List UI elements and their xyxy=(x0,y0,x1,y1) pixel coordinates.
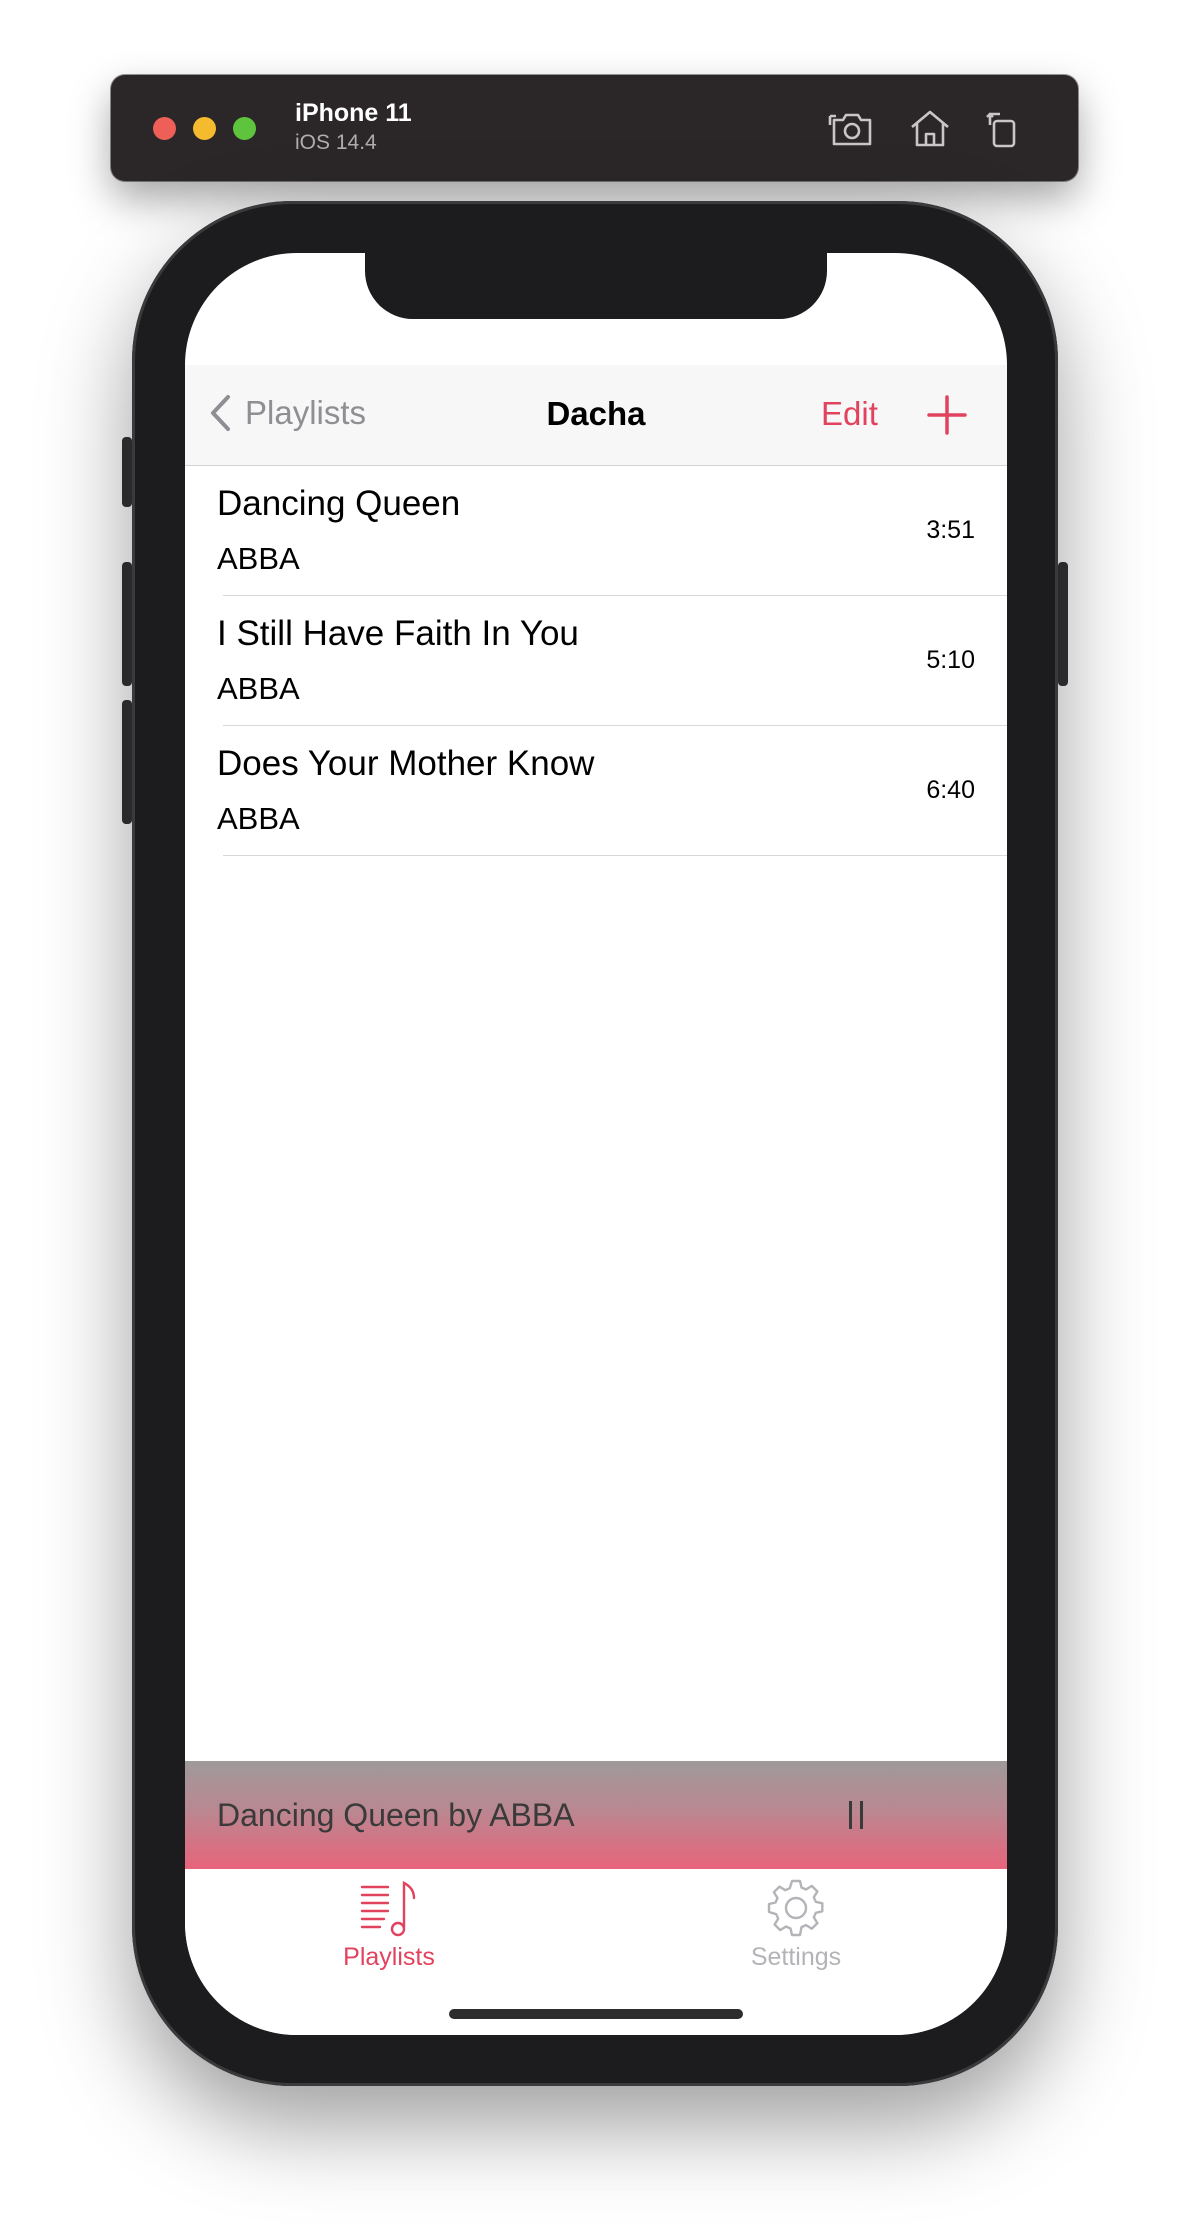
home-icon[interactable] xyxy=(906,105,954,153)
volume-down-button xyxy=(122,700,132,824)
song-duration: 5:10 xyxy=(926,646,975,674)
tab-settings[interactable]: Settings xyxy=(696,1877,896,1972)
pause-icon xyxy=(849,1801,863,1829)
song-duration: 3:51 xyxy=(926,516,975,544)
song-artist: ABBA xyxy=(217,671,300,706)
rotate-icon[interactable] xyxy=(980,105,1028,153)
tab-playlists[interactable]: Playlists xyxy=(289,1877,489,1972)
song-duration: 6:40 xyxy=(926,776,975,804)
gear-icon xyxy=(767,1879,824,1937)
power-button xyxy=(1058,562,1068,686)
device-name: iPhone 11 xyxy=(295,99,412,127)
edit-button[interactable]: Edit xyxy=(821,395,878,433)
playlist-icon xyxy=(360,1881,416,1937)
tab-label: Playlists xyxy=(343,1943,435,1971)
phone-screen: 8:17 Playlists Dacha Edit Dancing Queen … xyxy=(185,253,1007,2035)
song-row[interactable]: Dancing Queen ABBA 3:51 xyxy=(185,466,1007,596)
simulator-title-bar: iPhone 11 iOS 14.4 xyxy=(111,75,1078,181)
zoom-window-button[interactable] xyxy=(233,117,256,140)
song-artist: ABBA xyxy=(217,541,300,576)
notch xyxy=(365,253,827,319)
song-title: Dancing Queen xyxy=(217,484,461,523)
status-time: 8:17 xyxy=(255,285,316,318)
close-window-button[interactable] xyxy=(153,117,176,140)
song-title: Does Your Mother Know xyxy=(217,744,595,783)
page-title: Dacha xyxy=(546,395,646,432)
status-indicators xyxy=(817,289,967,324)
song-artist: ABBA xyxy=(217,801,300,836)
pause-button[interactable] xyxy=(843,1797,871,1833)
song-title: I Still Have Faith In You xyxy=(217,614,579,653)
navigation-bar: Playlists Dacha Edit xyxy=(185,365,1007,466)
tab-label: Settings xyxy=(750,1943,842,1971)
song-row[interactable]: Does Your Mother Know ABBA 6:40 xyxy=(185,726,1007,856)
plus-icon xyxy=(927,395,967,435)
home-indicator[interactable] xyxy=(449,2009,743,2019)
volume-up-button xyxy=(122,562,132,686)
screenshot-icon[interactable] xyxy=(828,105,876,153)
song-list: Dancing Queen ABBA 3:51 I Still Have Fai… xyxy=(185,466,1007,856)
mute-switch xyxy=(122,437,132,507)
minimize-window-button[interactable] xyxy=(193,117,216,140)
now-playing-text: Dancing Queen by ABBA xyxy=(217,1797,575,1833)
os-version: iOS 14.4 xyxy=(295,131,377,154)
song-row[interactable]: I Still Have Faith In You ABBA 5:10 xyxy=(185,596,1007,726)
add-song-button[interactable] xyxy=(925,393,969,437)
now-playing-bar[interactable]: Dancing Queen by ABBA xyxy=(185,1761,1007,1869)
